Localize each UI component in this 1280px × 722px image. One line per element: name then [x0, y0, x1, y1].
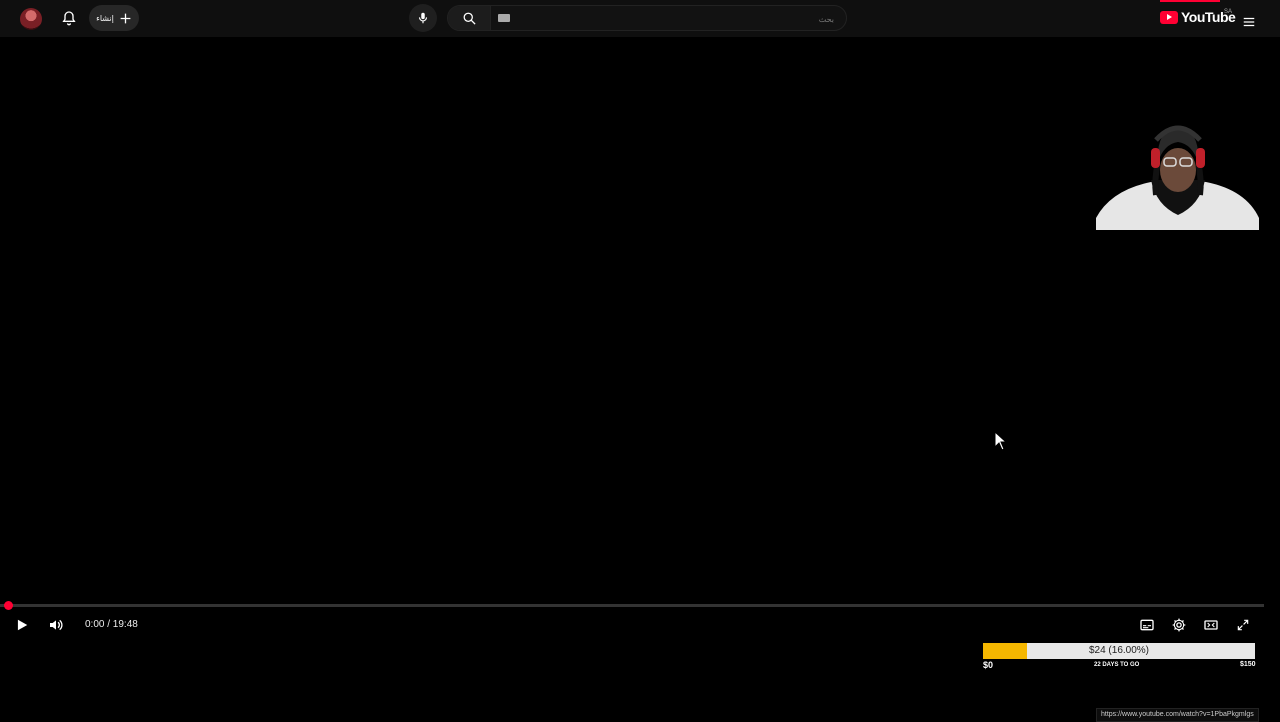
- top-bar: إنشاء YouTube SA: [0, 0, 1280, 37]
- settings-icon: [1172, 618, 1186, 632]
- create-button[interactable]: إنشاء: [89, 5, 139, 31]
- mouse-cursor: [994, 430, 1008, 456]
- top-accent-line: [1160, 0, 1220, 2]
- play-icon: [17, 619, 28, 631]
- subtitles-button[interactable]: [1135, 613, 1159, 637]
- theater-mode-button[interactable]: [1199, 613, 1223, 637]
- notifications-button[interactable]: [55, 4, 83, 32]
- donation-amount: $24 (16.00%): [1088, 645, 1150, 656]
- donation-goal-label: $150: [1240, 661, 1256, 668]
- donation-goal-bar: $24 (16.00%): [983, 643, 1255, 659]
- donation-start-label: $0: [983, 660, 994, 670]
- search-input[interactable]: [518, 6, 836, 32]
- mic-icon: [418, 12, 428, 24]
- voice-search-button[interactable]: [409, 4, 437, 32]
- time-display: 0:00 / 19:48: [85, 619, 138, 630]
- plus-icon: [120, 13, 131, 23]
- donation-days-label: 22 DAYS TO GO: [1094, 662, 1140, 668]
- volume-icon: [50, 619, 63, 631]
- progress-bar[interactable]: [0, 604, 1264, 607]
- avatar[interactable]: [20, 8, 42, 30]
- youtube-play-icon: [1160, 10, 1178, 24]
- keyboard-icon[interactable]: [498, 14, 510, 22]
- fullscreen-icon: [1237, 619, 1249, 631]
- search-box: [447, 5, 847, 32]
- search-icon: [463, 12, 476, 25]
- play-button[interactable]: [10, 613, 34, 637]
- fullscreen-button[interactable]: [1231, 613, 1255, 637]
- subtitles-icon: [1140, 619, 1154, 631]
- theater-icon: [1204, 620, 1218, 630]
- webcam-overlay: [1096, 120, 1259, 230]
- guide-menu-button[interactable]: [1235, 8, 1263, 36]
- menu-icon: [1243, 17, 1255, 27]
- bell-icon: [62, 11, 76, 26]
- progress-scrubber[interactable]: [4, 601, 13, 610]
- create-label: إنشاء: [96, 13, 114, 23]
- search-button[interactable]: [448, 6, 491, 30]
- country-code: SA: [1224, 9, 1233, 15]
- video-player[interactable]: [0, 37, 1280, 645]
- mute-button[interactable]: [44, 613, 68, 637]
- settings-button[interactable]: [1167, 613, 1191, 637]
